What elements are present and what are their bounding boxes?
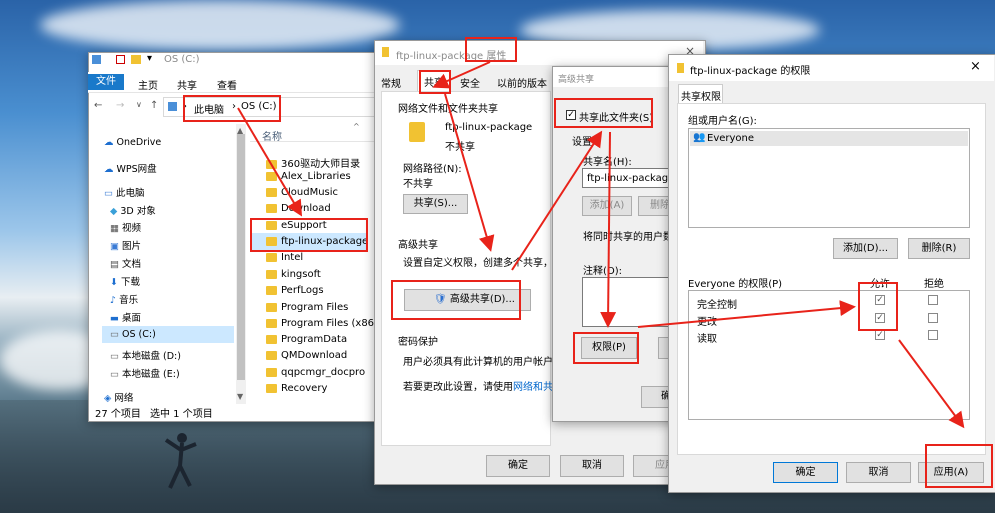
arrow-share-tab-down [444, 93, 495, 252]
arrow-allow-to-apply [898, 339, 965, 429]
arrow-permissions-to-allow [637, 300, 856, 328]
arrow-checkbox-to-permissions [600, 131, 617, 328]
annotation-arrows [237, 61, 965, 429]
arrow-breadcrumb-to-folder [237, 107, 303, 217]
arrow-to-share-checkbox [511, 130, 603, 271]
arrow-title-to-share-tab [432, 61, 491, 89]
